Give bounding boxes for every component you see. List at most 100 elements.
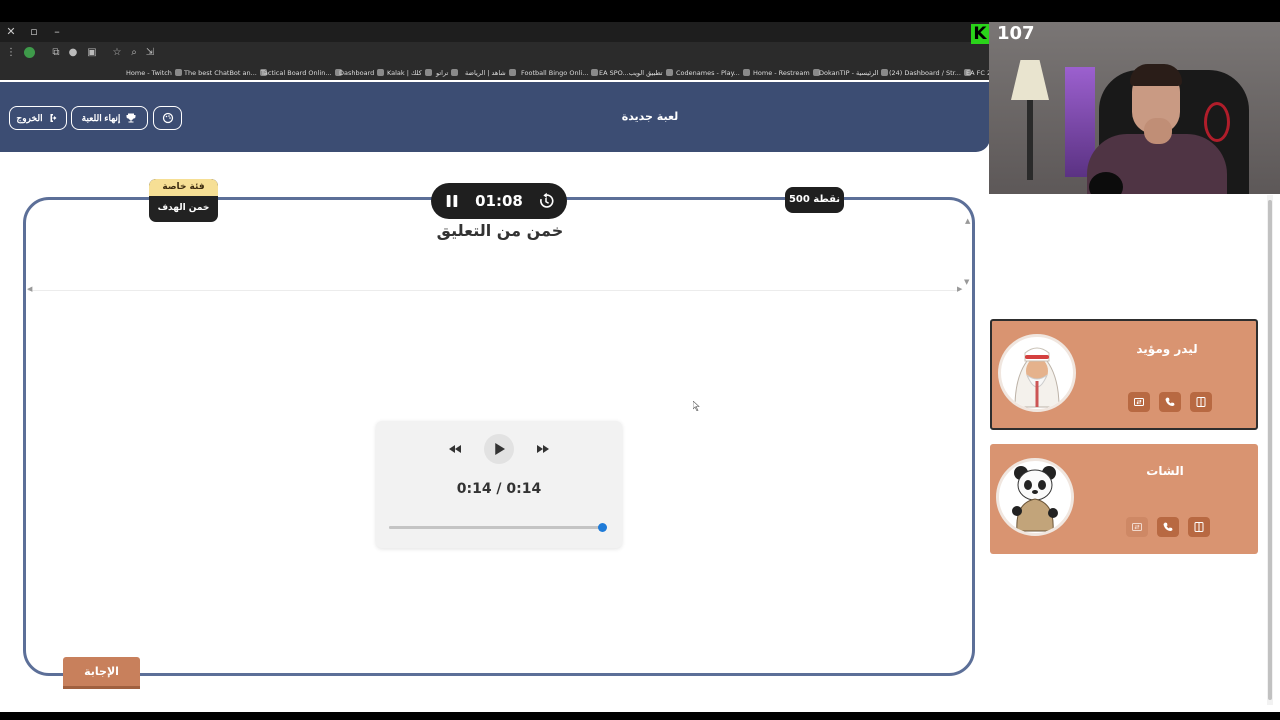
- bookmark-label: Football Bingo Onli...: [521, 68, 589, 77]
- palette-button[interactable]: [153, 106, 182, 130]
- audio-progress-track[interactable]: [389, 523, 607, 532]
- app-header: لعبة جديدة الخروج إنهاء اللعبة: [0, 82, 990, 152]
- team-card-2: الشات: [990, 444, 1258, 554]
- bookmark-favicon-icon: [451, 69, 459, 76]
- rewind-icon: [449, 445, 461, 453]
- screen: ✕ ▫ – ⋮ ⧉ ● ▣ ☆ ⌕ ⇲ Home - Twitch The be…: [0, 0, 1280, 720]
- panda-avatar-icon: [1012, 466, 1058, 532]
- bookmark-favicon-icon: [591, 69, 599, 76]
- bookmark-item[interactable]: Football Bingo Onli...: [521, 67, 599, 78]
- bookmark-item[interactable]: Home - Twitch: [126, 67, 182, 78]
- double-answer-button[interactable]: [1190, 392, 1212, 412]
- browser-menu-icon[interactable]: ⋮: [4, 46, 18, 60]
- webcam-chair-accent: [1204, 102, 1230, 142]
- webcam-person-hair: [1130, 64, 1182, 86]
- exit-button-label: الخروج: [16, 112, 43, 123]
- call-friend-button[interactable]: [1157, 517, 1179, 537]
- zoom-icon[interactable]: ⌕: [127, 46, 141, 60]
- extension-red-icon[interactable]: ●: [66, 46, 80, 60]
- bookmark-label: DokanTIP - الرئيسية: [819, 68, 879, 77]
- maximize-window-icon[interactable]: ▫: [27, 25, 41, 38]
- bookmark-label: The best ChatBot an...: [184, 68, 257, 77]
- audio-progress-thumb[interactable]: [598, 523, 607, 532]
- profile-avatar[interactable]: [24, 47, 35, 58]
- play-button[interactable]: [484, 434, 514, 464]
- timer-value: 01:08: [475, 192, 523, 210]
- bookmark-item[interactable]: شاهد | الرياضة: [465, 67, 516, 78]
- extensions-icon[interactable]: ⧉: [49, 46, 63, 60]
- viewer-count: 107: [997, 23, 1035, 44]
- answer-button[interactable]: الإجابة: [63, 657, 140, 689]
- bookmark-label: EA SPO...تطبيق الويب: [599, 68, 663, 77]
- tab-search-icon[interactable]: ▣: [85, 46, 99, 60]
- reset-timer-icon[interactable]: [537, 192, 555, 210]
- scroll-left-icon[interactable]: ◀: [27, 285, 32, 293]
- end-game-button[interactable]: إنهاء اللعبة: [71, 106, 148, 130]
- bookmark-label: Codenames - Play...: [676, 68, 740, 77]
- bookmark-item[interactable]: Home - Restream: [753, 67, 820, 78]
- bookmark-item[interactable]: The best ChatBot an...: [184, 67, 267, 78]
- os-bottom-bar: [0, 712, 1280, 720]
- bookmark-item[interactable]: DokanTIP - الرئيسية: [819, 67, 889, 78]
- bookmark-item[interactable]: Kalak | كلك: [387, 67, 432, 78]
- exit-button[interactable]: الخروج: [9, 106, 67, 130]
- question-text: خمن من التعليق: [436, 221, 564, 240]
- phone-icon: [1165, 397, 1175, 406]
- bookmark-label: (24) Dashboard / Str...: [889, 68, 961, 77]
- play-icon: [495, 443, 505, 455]
- split-card-icon: [1196, 397, 1206, 407]
- media-scroll-divider: [28, 290, 960, 291]
- bookmark-favicon-icon: [508, 69, 516, 76]
- kick-logo: K: [971, 24, 989, 44]
- audio-progress-fill: [389, 526, 603, 529]
- bookmark-item[interactable]: Codenames - Play...: [676, 67, 750, 78]
- rewind-button[interactable]: [442, 436, 468, 462]
- audio-player: 0:14 / 0:14: [376, 421, 622, 548]
- swap-tool-button[interactable]: [1126, 517, 1148, 537]
- points-badge: 500 نقطة: [785, 187, 844, 213]
- bookmark-item[interactable]: Dashboard: [339, 67, 385, 78]
- bookmark-label: شاهد | الرياضة: [465, 68, 506, 77]
- bookmark-label: Dashboard: [339, 68, 375, 77]
- bookmark-star-icon[interactable]: ☆: [110, 46, 124, 60]
- scroll-down-icon[interactable]: ▼: [964, 278, 969, 286]
- team-avatar-panda: [996, 458, 1074, 536]
- bookmark-item[interactable]: (24) Dashboard / Str...: [889, 67, 971, 78]
- category-tag: فئة خاصة خمن الهدف: [149, 179, 218, 222]
- install-app-icon[interactable]: ⇲: [143, 46, 157, 60]
- category-name: خمن الهدف: [157, 203, 210, 213]
- bookmark-label: Tactical Board Onlin...: [261, 68, 332, 77]
- fast-forward-icon: [537, 445, 549, 453]
- bookmark-item[interactable]: Tactical Board Onlin...: [261, 67, 342, 78]
- forward-button[interactable]: [530, 436, 556, 462]
- bookmark-label: Home - Twitch: [126, 68, 172, 77]
- audio-time: 0:14 / 0:14: [456, 481, 542, 497]
- webcam-overlay: [989, 22, 1280, 194]
- swap-icon: [1132, 523, 1142, 531]
- pause-icon[interactable]: [443, 192, 461, 210]
- scroll-right-icon[interactable]: ▶: [957, 285, 962, 293]
- swap-icon: [1134, 398, 1144, 406]
- minimize-window-icon[interactable]: –: [50, 25, 64, 38]
- call-friend-button[interactable]: [1159, 392, 1181, 412]
- bookmark-label: Home - Restream: [753, 68, 810, 77]
- webcam-microphone: [1089, 172, 1123, 194]
- swap-tool-button[interactable]: [1128, 392, 1150, 412]
- bookmark-favicon-icon: [881, 69, 889, 76]
- arab-man-avatar-icon: [1014, 347, 1060, 408]
- mouse-cursor-icon: [693, 401, 700, 411]
- trophy-icon: [126, 113, 136, 123]
- audio-controls: [376, 434, 622, 464]
- os-top-bar: [0, 0, 1280, 22]
- bookmark-item[interactable]: تراتو: [436, 67, 459, 78]
- team-name: ليدر ومؤيد: [1136, 342, 1198, 356]
- double-answer-button[interactable]: [1188, 517, 1210, 537]
- page-scrollbar-thumb[interactable]: [1268, 200, 1272, 700]
- team-name: الشات: [1146, 464, 1184, 478]
- scroll-up-icon[interactable]: ▲: [965, 217, 970, 225]
- bookmark-favicon-icon: [742, 69, 750, 76]
- page-title: لعبة جديدة: [621, 110, 679, 123]
- close-window-icon[interactable]: ✕: [4, 25, 18, 38]
- bookmark-item[interactable]: EA SPO...تطبيق الويب: [599, 67, 673, 78]
- bookmark-favicon-icon: [665, 69, 673, 76]
